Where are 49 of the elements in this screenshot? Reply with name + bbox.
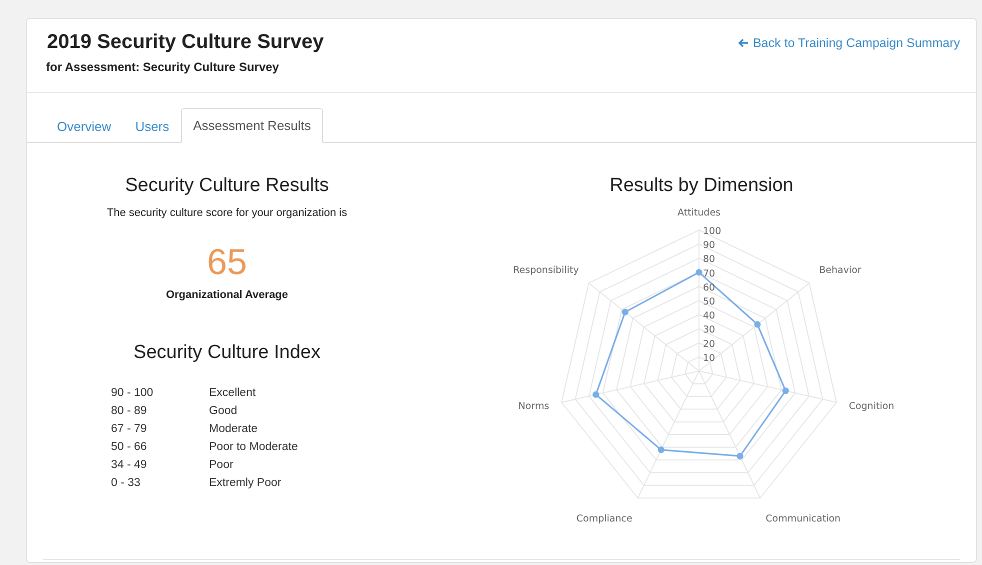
tick-label: 50 xyxy=(702,296,715,308)
score-value: 65 xyxy=(206,241,248,283)
section-heading: Results by Dimension xyxy=(610,175,794,197)
back-link[interactable]: Back to Training Campaign Summary xyxy=(738,35,960,51)
description-text: The security culture score for your organization is xyxy=(106,207,348,219)
page-subtitle: for Assessment: Security Culture Survey xyxy=(46,60,280,74)
axis-label: Attitudes xyxy=(677,207,720,218)
data-point xyxy=(621,308,628,316)
tick-label: 10 xyxy=(702,352,715,364)
tick-label: 70 xyxy=(702,268,715,280)
page-title: 2019 Security Culture Survey xyxy=(47,31,324,54)
data-point xyxy=(782,387,788,394)
axis-label: Behavior xyxy=(818,265,861,276)
arrow-left-icon xyxy=(738,38,749,48)
range-text: 80 - 89 xyxy=(111,405,148,417)
tick-label: 60 xyxy=(702,282,715,294)
axis-label: Cognition xyxy=(848,401,894,412)
range-text: 0 - 33 xyxy=(111,477,142,489)
section-heading: Security Culture Index xyxy=(134,342,320,364)
rating-text: Good xyxy=(209,405,238,417)
range-text: 90 - 100 xyxy=(111,387,154,399)
data-point xyxy=(754,321,760,328)
axis-label: Norms xyxy=(518,401,549,412)
data-point xyxy=(695,269,702,276)
data-point xyxy=(657,446,664,454)
data-point xyxy=(736,452,743,460)
tab[interactable]: Assessment Results xyxy=(181,108,323,143)
axis-label: Compliance xyxy=(576,513,632,524)
range-text: 50 - 66 xyxy=(111,441,148,453)
section-heading: Security Culture Results xyxy=(125,175,329,197)
tick-label: 20 xyxy=(702,338,715,350)
rating-text: Poor to Moderate xyxy=(209,441,299,453)
tab[interactable]: Users xyxy=(123,108,182,143)
tick-label: 80 xyxy=(702,254,715,266)
tick-label: 40 xyxy=(702,310,715,322)
score-label: Organizational Average xyxy=(166,289,288,301)
range-text: 34 - 49 xyxy=(111,459,148,471)
axis-label: Communication xyxy=(765,513,840,524)
axis-label: Responsibility xyxy=(512,265,578,276)
tick-label: 30 xyxy=(702,324,715,336)
tick-label: 100 xyxy=(702,226,721,237)
rating-text: Excellent xyxy=(209,387,257,399)
data-point xyxy=(592,391,599,398)
rating-text: Moderate xyxy=(209,423,259,435)
tab[interactable]: Overview xyxy=(45,108,124,143)
rating-text: Extremly Poor xyxy=(209,477,282,489)
range-text: 67 - 79 xyxy=(111,423,148,435)
rating-text: Poor xyxy=(209,459,234,471)
tick-label: 90 xyxy=(702,240,715,252)
